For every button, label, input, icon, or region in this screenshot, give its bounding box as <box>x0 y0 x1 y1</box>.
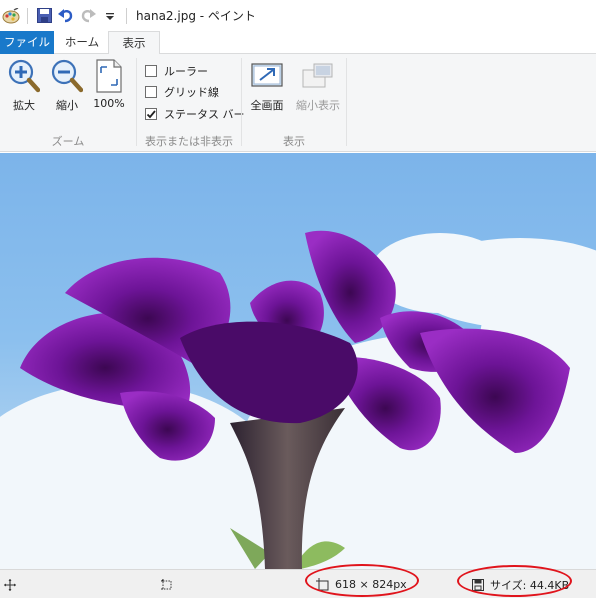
selection-size-icon <box>160 570 173 598</box>
full-screen-button[interactable]: 全画面 <box>244 59 290 121</box>
tab-home[interactable]: ホーム <box>56 31 108 54</box>
full-screen-icon <box>251 59 283 93</box>
status-bar-checkbox[interactable] <box>145 108 157 120</box>
ruler-label: ルーラー <box>164 65 208 78</box>
tab-file[interactable]: ファイル <box>0 31 54 54</box>
quick-access-toolbar <box>0 0 132 31</box>
customize-dropdown-icon[interactable] <box>99 5 121 27</box>
thumbnail-icon <box>302 59 334 93</box>
zoom-100-button[interactable]: 100% <box>87 59 131 121</box>
title-bar: hana2.jpg - ペイント <box>0 0 596 31</box>
dimensions-highlight-ellipse <box>305 564 419 597</box>
zoom-out-label: 縮小 <box>56 99 78 112</box>
window-title: hana2.jpg - ペイント <box>136 9 256 23</box>
group-separator <box>346 58 347 146</box>
zoom-in-icon <box>8 59 40 93</box>
thumbnail-button[interactable]: 縮小表示 <box>294 59 342 121</box>
undo-icon[interactable] <box>55 5 77 27</box>
quick-access-separator <box>126 7 127 24</box>
status-bar: 618 × 824px サイズ: 44.4KB <box>0 564 596 598</box>
thumbnail-label: 縮小表示 <box>296 99 340 112</box>
actual-size-icon <box>93 59 125 93</box>
zoom-out-button[interactable]: 縮小 <box>45 59 89 121</box>
zoom-group: 拡大 縮小 100% ズーム <box>0 54 136 152</box>
redo-icon[interactable] <box>77 5 99 27</box>
paint-app-icon[interactable] <box>0 5 22 27</box>
status-bar-label: ステータス バー <box>164 108 245 121</box>
save-icon[interactable] <box>33 5 55 27</box>
gridlines-label: グリッド線 <box>164 86 219 99</box>
ribbon-panel: 拡大 縮小 100% ズーム ルーラー グリッド線 ステータス バー 表示または… <box>0 54 596 152</box>
show-hide-group: ルーラー グリッド線 ステータス バー 表示または非表示 <box>137 54 245 152</box>
status-bar-toggle[interactable]: ステータス バー <box>145 105 245 123</box>
quick-access-separator <box>27 7 28 24</box>
gridlines-checkbox[interactable] <box>145 86 157 98</box>
tab-view[interactable]: 表示 <box>108 31 160 55</box>
ruler-toggle[interactable]: ルーラー <box>145 62 208 80</box>
cursor-position-icon <box>4 570 16 598</box>
display-group: 全画面 縮小表示 表示 <box>242 54 346 152</box>
zoom-in-button[interactable]: 拡大 <box>2 59 46 121</box>
display-group-label: 表示 <box>283 135 305 148</box>
zoom-out-icon <box>51 59 83 93</box>
image-canvas[interactable] <box>0 153 596 569</box>
zoom-group-label: ズーム <box>51 135 85 148</box>
flower-photo <box>0 230 596 569</box>
gridlines-toggle[interactable]: グリッド線 <box>145 83 219 101</box>
ribbon-tabs: ファイル ホーム 表示 <box>0 31 596 55</box>
show-hide-group-label: 表示または非表示 <box>145 135 233 148</box>
zoom-in-label: 拡大 <box>13 99 35 112</box>
ruler-checkbox[interactable] <box>145 65 157 77</box>
zoom-100-label: 100% <box>93 97 125 110</box>
checkmark-icon <box>146 110 156 119</box>
file-size-highlight-ellipse <box>457 565 572 597</box>
full-screen-label: 全画面 <box>250 99 284 112</box>
